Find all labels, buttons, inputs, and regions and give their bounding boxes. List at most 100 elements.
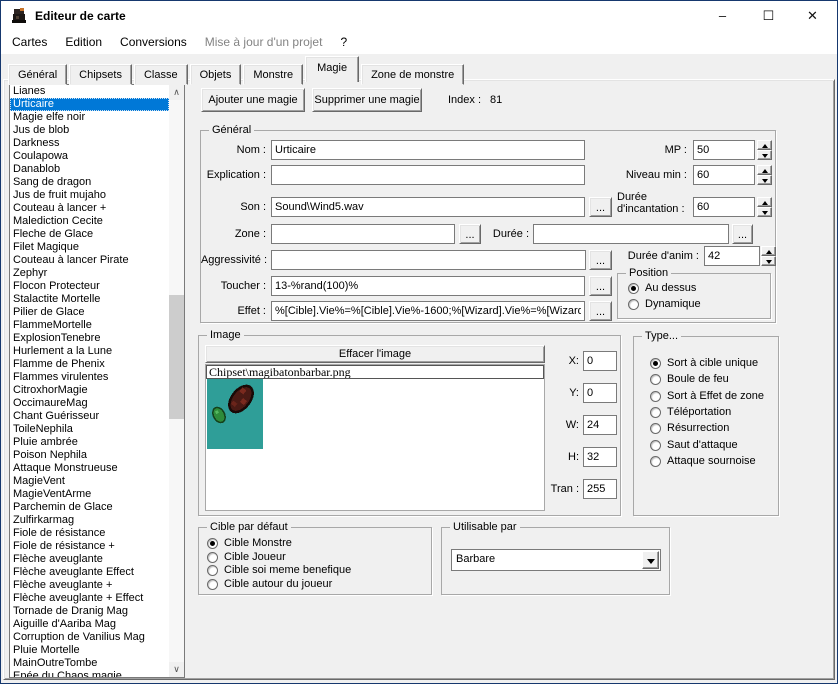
zone-input[interactable] (271, 224, 455, 244)
toucher-input[interactable] (271, 276, 585, 296)
spell-list-item[interactable]: Lianes (10, 85, 169, 98)
spell-list-item[interactable]: Fleche de Glace (10, 228, 169, 241)
spell-list-item[interactable]: ToileNephila (10, 423, 169, 436)
spell-list-item[interactable]: Flèche aveuglante Effect (10, 566, 169, 579)
spell-list-item[interactable]: Couteau à lancer + (10, 202, 169, 215)
tab[interactable]: Chipsets (69, 64, 132, 85)
spell-list-item[interactable]: Pilier de Glace (10, 306, 169, 319)
duree-input[interactable] (533, 224, 729, 244)
spell-list-item[interactable]: Jus de fruit mujaho (10, 189, 169, 202)
spin-up-icon[interactable] (757, 197, 772, 207)
tab[interactable]: Zone de monstre (361, 64, 464, 85)
menu-item[interactable]: Cartes (3, 31, 56, 54)
delete-magic-button[interactable]: Supprimer une magie (312, 88, 422, 112)
spell-list-item[interactable]: Epée du Chaos magie (10, 670, 169, 678)
zone-browse-button[interactable]: ... (459, 224, 481, 244)
spell-list-item[interactable]: Fiole de résistance + (10, 540, 169, 553)
menu-item[interactable]: Conversions (111, 31, 196, 54)
spin-down-icon[interactable] (761, 256, 776, 266)
aggressivite-browse-button[interactable]: ... (589, 250, 612, 270)
spell-list-item[interactable]: Flocon Protecteur (10, 280, 169, 293)
minimize-button[interactable]: – (700, 1, 745, 31)
spell-list-item[interactable]: MagieVent (10, 475, 169, 488)
niveau-min-input[interactable] (693, 165, 755, 185)
spell-list-item[interactable]: Pluie Mortelle (10, 644, 169, 657)
tab[interactable]: Monstre (243, 64, 303, 85)
spell-list-item[interactable]: Fiole de résistance (10, 527, 169, 540)
son-input[interactable] (271, 197, 585, 217)
spell-list-item[interactable]: Danablob (10, 163, 169, 176)
tab[interactable]: Classe (134, 64, 188, 85)
spell-list-item[interactable]: Magie elfe noir (10, 111, 169, 124)
x-input[interactable] (583, 351, 617, 371)
y-input[interactable] (583, 383, 617, 403)
scroll-down-icon[interactable]: ∨ (169, 662, 184, 677)
spell-list-item[interactable]: OccimaureMag (10, 397, 169, 410)
scrollbar-thumb[interactable] (169, 295, 184, 419)
menu-item[interactable]: Mise à jour d'un projet (196, 31, 332, 54)
spell-list-item[interactable]: Malediction Cecite (10, 215, 169, 228)
effet-input[interactable] (271, 301, 585, 321)
spell-list-item[interactable]: Flèche aveuglante + Effect (10, 592, 169, 605)
nom-input[interactable] (271, 140, 585, 160)
scroll-up-icon[interactable]: ∧ (169, 85, 184, 100)
duree-browse-button[interactable]: ... (732, 224, 753, 244)
menu-item[interactable]: ? (331, 31, 356, 54)
spell-list-item[interactable]: CitroxhorMagie (10, 384, 169, 397)
tran-input[interactable] (583, 479, 617, 499)
spell-list-item[interactable]: Chant Guérisseur (10, 410, 169, 423)
menu-item[interactable]: Edition (56, 31, 111, 54)
spell-list-item[interactable]: Stalactite Mortelle (10, 293, 169, 306)
duree-incantation-input[interactable] (693, 197, 755, 217)
spell-list-item[interactable]: ExplosionTenebre (10, 332, 169, 345)
aggressivite-input[interactable] (271, 250, 586, 270)
spell-list-item[interactable]: Flammes virulentes (10, 371, 169, 384)
spin-down-icon[interactable] (757, 175, 772, 185)
spell-list-item[interactable]: Jus de blob (10, 124, 169, 137)
spell-list-item[interactable]: Tornade de Dranig Mag (10, 605, 169, 618)
spell-list-item[interactable]: Zulfirkarmag (10, 514, 169, 527)
spell-list-scrollbar[interactable]: ∧ ∨ (169, 85, 184, 677)
explication-input[interactable] (271, 165, 585, 185)
spell-list-item[interactable]: Filet Magique (10, 241, 169, 254)
maximize-button[interactable]: ☐ (746, 1, 791, 31)
mp-input[interactable] (693, 140, 755, 160)
spell-list-item[interactable]: Corruption de Vanilius Mag (10, 631, 169, 644)
add-magic-button[interactable]: Ajouter une magie (201, 88, 305, 112)
spin-up-icon[interactable] (761, 246, 776, 256)
spell-list-item[interactable]: Parchemin de Glace (10, 501, 169, 514)
image-filename-item[interactable]: Chipset\magibatonbarbar.png (206, 365, 544, 379)
tab[interactable]: Général (8, 64, 67, 85)
spell-list-item[interactable]: Hurlement a la Lune (10, 345, 169, 358)
clear-image-button[interactable]: Effacer l'image (205, 345, 545, 363)
spell-list-item[interactable]: FlammeMortelle (10, 319, 169, 332)
toucher-browse-button[interactable]: ... (589, 276, 612, 296)
spin-up-icon[interactable] (757, 140, 772, 150)
duree-anim-input[interactable] (704, 246, 760, 266)
tab[interactable]: Magie (305, 56, 359, 82)
dropdown-button[interactable] (642, 551, 659, 569)
spell-list-item[interactable]: Zephyr (10, 267, 169, 280)
h-input[interactable] (583, 447, 617, 467)
spell-list-item[interactable]: Pluie ambrée (10, 436, 169, 449)
spell-list-item[interactable]: Poison Nephila (10, 449, 169, 462)
niveau-min-spinner[interactable] (757, 165, 772, 185)
duree-anim-spinner[interactable] (761, 246, 776, 266)
spell-list-item[interactable]: Flèche aveuglante + (10, 579, 169, 592)
spin-down-icon[interactable] (757, 207, 772, 217)
spell-list-item[interactable]: MagieVentArme (10, 488, 169, 501)
spell-list-item[interactable]: MainOutreTombe (10, 657, 169, 670)
spell-list-item[interactable]: Flèche aveuglante (10, 553, 169, 566)
spell-list-item[interactable]: Flamme de Phenix (10, 358, 169, 371)
duree-incantation-spinner[interactable] (757, 197, 772, 217)
son-browse-button[interactable]: ... (589, 197, 612, 217)
w-input[interactable] (583, 415, 617, 435)
spell-list-item[interactable]: Coulapowa (10, 150, 169, 163)
spell-list-item[interactable]: Attaque Monstrueuse (10, 462, 169, 475)
tab[interactable]: Objets (190, 64, 242, 85)
mp-spinner[interactable] (757, 140, 772, 160)
spin-up-icon[interactable] (757, 165, 772, 175)
spin-down-icon[interactable] (757, 150, 772, 160)
spell-list-item[interactable]: Aiguille d'Aariba Mag (10, 618, 169, 631)
spell-list-item[interactable]: Urticaire (10, 98, 169, 111)
